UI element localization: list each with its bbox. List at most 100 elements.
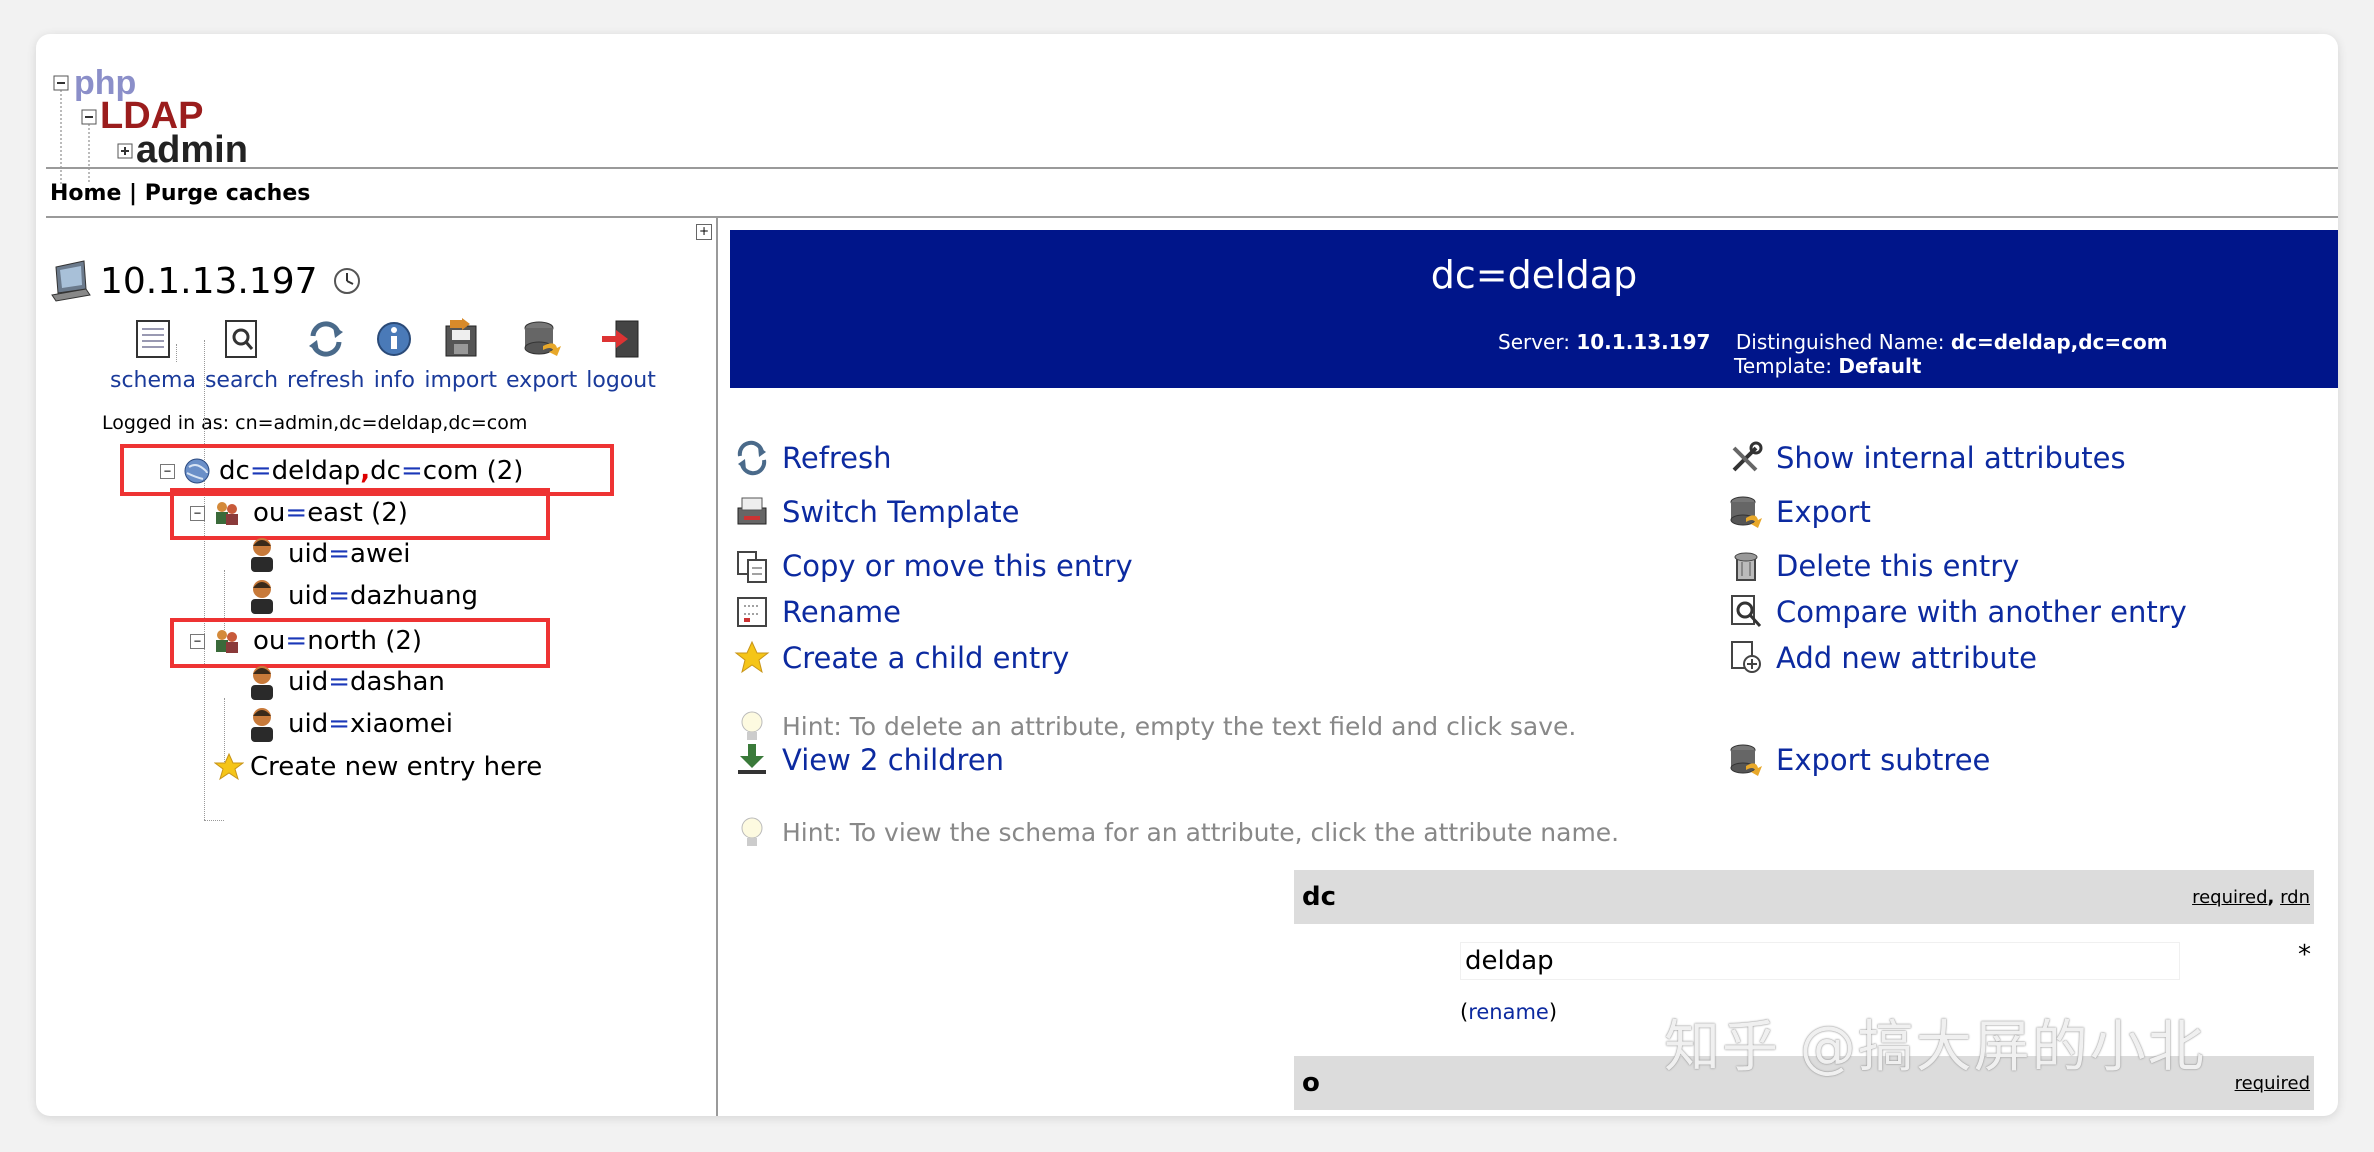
tree-node-uid-dashan[interactable]: uid=dashan: [246, 664, 445, 700]
server-dn-line: Server: 10.1.13.197 Distinguished Name: …: [1498, 330, 2168, 354]
refresh-link[interactable]: Refresh: [734, 440, 892, 476]
import-icon: [445, 318, 477, 357]
tree-connector: [176, 344, 177, 362]
watermark: 知乎 @搞大屏的小北: [1664, 1015, 2206, 1080]
purge-caches-link[interactable]: Purge caches: [145, 181, 311, 206]
required-marker: *: [2298, 940, 2311, 970]
entry-title: dc=deldap: [730, 230, 2338, 322]
schema-label: schema: [110, 368, 196, 393]
attribute-name-o[interactable]: o: [1302, 1068, 1320, 1098]
dc-value-field[interactable]: [1460, 942, 2180, 980]
lightbulb-icon: [741, 711, 763, 740]
add-attribute-link[interactable]: Add new attribute: [1728, 640, 2037, 676]
export-icon: [1730, 744, 1762, 776]
rename-icon: [737, 597, 767, 627]
node-label: uid=awei: [288, 539, 411, 569]
trash-icon: [1734, 552, 1758, 581]
search-button[interactable]: search: [205, 318, 278, 393]
view-children-link[interactable]: View 2 children: [734, 742, 1004, 778]
rename-wrapper: (rename): [1460, 1000, 1558, 1024]
export-button[interactable]: export: [506, 318, 577, 393]
logout-label: logout: [586, 368, 656, 393]
rename-attr-link[interactable]: rename: [1468, 1000, 1549, 1024]
import-button[interactable]: import: [424, 318, 497, 393]
template-line: Template: Default: [1734, 354, 1922, 378]
create-new-entry-link[interactable]: Create new entry here: [214, 752, 542, 782]
highlight-box: [170, 618, 550, 668]
star-icon: [734, 640, 770, 674]
tree-node-uid-awei[interactable]: uid=awei: [246, 536, 410, 572]
export-label: export: [506, 368, 578, 393]
create-child-link[interactable]: Create a child entry: [734, 640, 1069, 676]
required-tag[interactable]: required: [2192, 887, 2267, 908]
switch-template-link[interactable]: Switch Template: [734, 494, 1019, 530]
info-icon: [377, 322, 412, 356]
tree-node-uid-dazhuang[interactable]: uid=dazhuang: [246, 578, 478, 614]
refresh-icon: [737, 440, 767, 476]
attribute-tags: required: [2235, 1073, 2310, 1094]
delete-entry-link[interactable]: Delete this entry: [1728, 548, 2019, 584]
user-icon: [251, 538, 273, 572]
info-button[interactable]: info: [373, 318, 415, 393]
export-link[interactable]: Export: [1728, 494, 1871, 530]
server-toolbar: schema search refresh info import export…: [110, 318, 665, 393]
compare-entry-link[interactable]: Compare with another entry: [1728, 594, 2187, 630]
tree-connector: [204, 340, 205, 820]
entry-info-bar: Server: 10.1.13.197 Distinguished Name: …: [730, 320, 2338, 388]
highlight-box: [170, 488, 550, 540]
export-subtree-link[interactable]: Export subtree: [1728, 742, 1990, 778]
tree-node-uid-xiaomei[interactable]: uid=xiaomei: [246, 706, 453, 742]
header-divider: [46, 167, 2338, 169]
user-icon: [251, 708, 273, 742]
rename-link[interactable]: Rename: [734, 594, 901, 630]
expand-pane-button[interactable]: +: [696, 224, 712, 240]
refresh-button[interactable]: refresh: [287, 318, 364, 393]
node-label: uid=xiaomei: [288, 709, 454, 739]
copy-move-link[interactable]: Copy or move this entry: [734, 548, 1133, 584]
refresh-label: refresh: [287, 368, 365, 393]
info-label: info: [373, 368, 416, 393]
hint-delete-attribute: Hint: To delete an attribute, empty the …: [734, 708, 1576, 744]
add-attribute-icon: [1731, 641, 1761, 673]
switch-template-icon: [737, 497, 767, 525]
node-label: uid=dashan: [288, 667, 445, 697]
export-icon: [1730, 496, 1762, 528]
top-nav: Home | Purge caches: [50, 181, 310, 206]
attribute-name-dc[interactable]: dc: [1302, 882, 1336, 912]
search-label: search: [204, 368, 279, 393]
home-link[interactable]: Home: [50, 181, 121, 206]
import-label: import: [424, 368, 498, 393]
star-icon: [214, 752, 244, 781]
attribute-tags: required, rdn: [2192, 886, 2310, 908]
server-header: 10.1.13.197: [50, 259, 362, 303]
rdn-tag[interactable]: rdn: [2280, 887, 2310, 908]
hint-view-schema: Hint: To view the schema for an attribut…: [734, 814, 1619, 850]
refresh-icon: [308, 321, 343, 357]
show-internal-attributes-link[interactable]: Show internal attributes: [1728, 440, 2126, 476]
user-icon: [251, 580, 273, 614]
tree-connector: [204, 820, 224, 821]
logout-icon: [602, 320, 639, 358]
svg-text:admin: admin: [136, 129, 248, 171]
export-icon: [524, 321, 561, 356]
create-entry-label: Create new entry here: [250, 752, 543, 782]
clock-icon[interactable]: [332, 266, 362, 296]
copy-icon: [737, 551, 767, 583]
attribute-dc-header: dc required, rdn: [1294, 870, 2314, 924]
node-label: uid=dazhuang: [288, 581, 478, 611]
lightbulb-icon: [741, 817, 763, 846]
server-icon: [51, 260, 91, 302]
tools-icon: [1732, 441, 1763, 472]
logout-button[interactable]: logout: [586, 318, 656, 393]
schema-button[interactable]: schema: [110, 318, 196, 393]
compare-icon: [1731, 595, 1762, 628]
server-ip[interactable]: 10.1.13.197: [100, 261, 318, 302]
required-tag[interactable]: required: [2235, 1073, 2310, 1094]
user-icon: [251, 666, 273, 700]
app-window: php LDAP admin Home | Purge caches + 10.…: [36, 34, 2338, 1116]
download-arrow-icon: [738, 744, 766, 774]
phpldapadmin-logo: php LDAP admin: [53, 64, 248, 184]
search-icon: [224, 320, 257, 358]
schema-icon: [135, 320, 170, 358]
logged-in-status: Logged in as: cn=admin,dc=deldap,dc=com: [102, 412, 528, 434]
